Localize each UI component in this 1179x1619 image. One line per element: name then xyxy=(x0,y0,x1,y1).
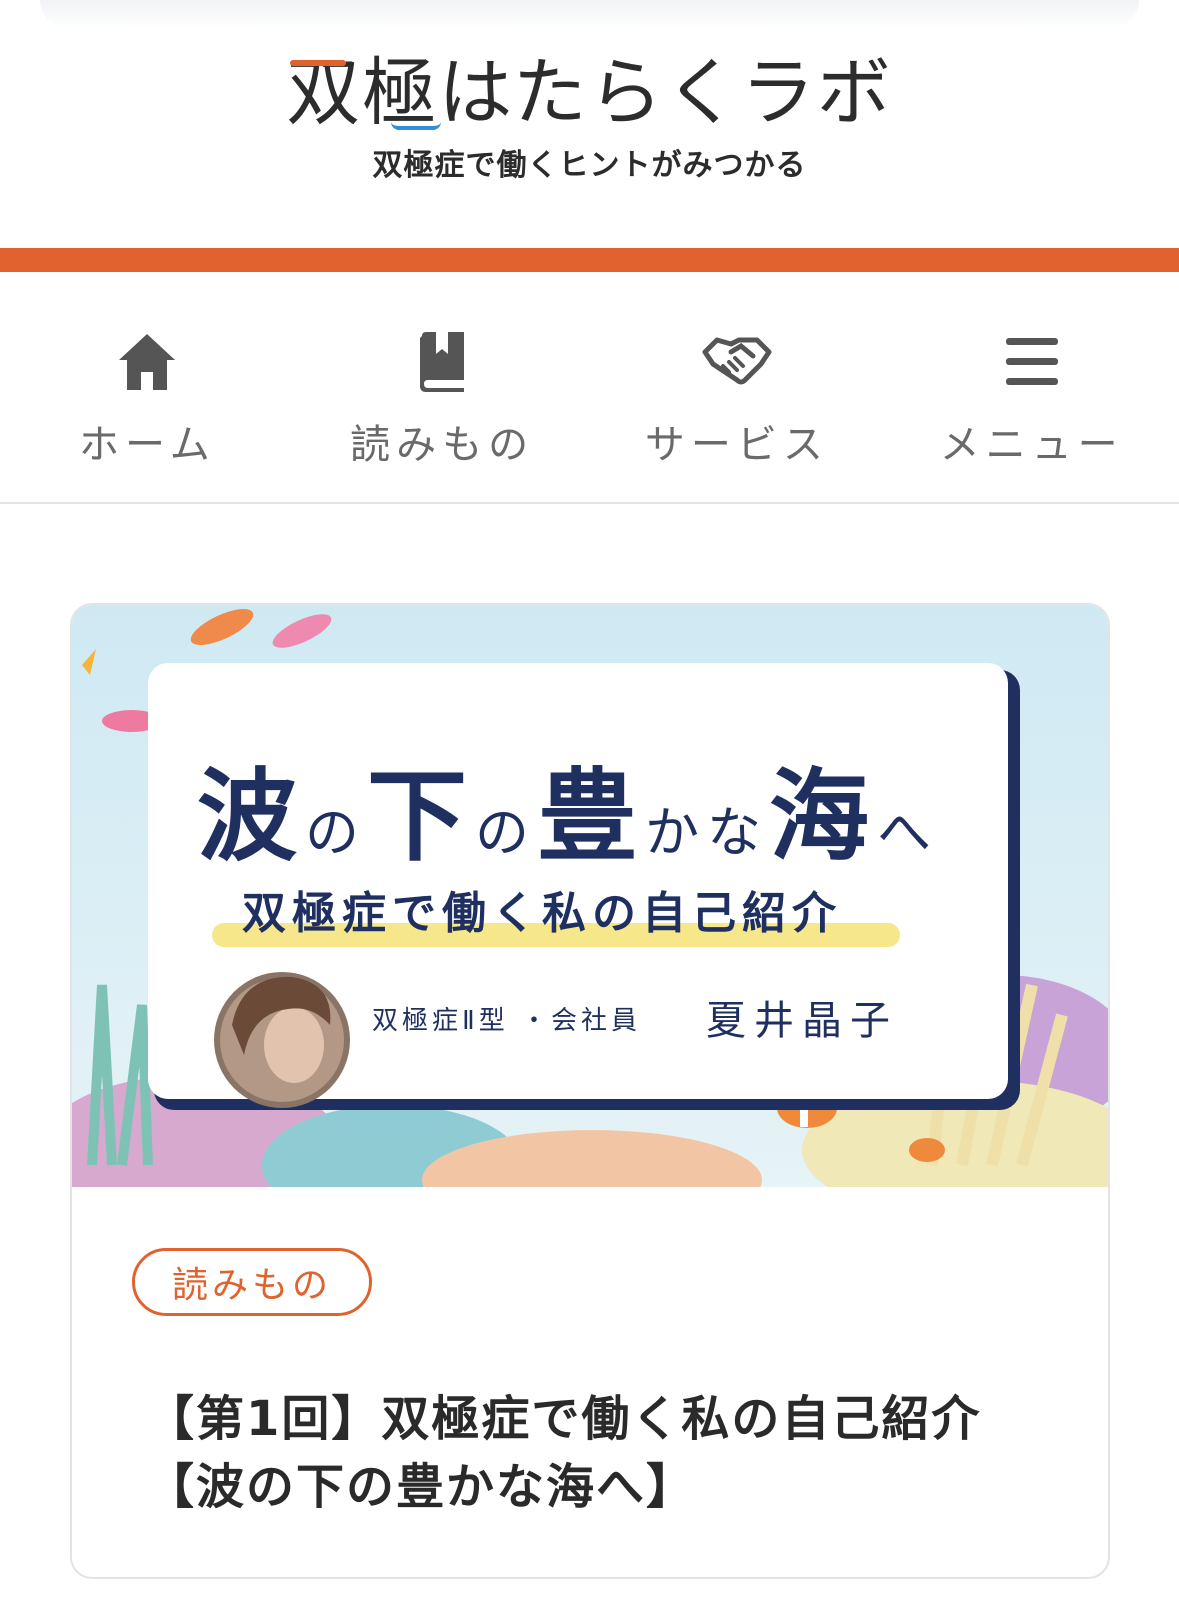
main-nav: ホーム 読みもの サービス メニュー xyxy=(0,272,1179,504)
book-icon xyxy=(406,326,478,398)
nav-label-service: サービス xyxy=(644,422,829,468)
top-shade xyxy=(40,0,1139,28)
category-tag[interactable]: 読みもの xyxy=(132,1248,372,1316)
hero-author-name: 夏井晶子 xyxy=(706,998,898,1044)
nav-item-menu[interactable]: メニュー xyxy=(884,272,1179,502)
hero-subtitle: 双極症で働く私の自己紹介 xyxy=(242,888,842,939)
nav-label-home: ホーム xyxy=(78,422,216,468)
nav-item-home[interactable]: ホーム xyxy=(0,272,295,502)
hero-title: 波の下の豊かな海へ xyxy=(197,758,939,875)
logo-main-text: 双極はたらくラボ xyxy=(286,50,893,136)
nav-item-reading[interactable]: 読みもの xyxy=(295,272,590,502)
article-hero-image[interactable]: 波の下の豊かな海へ 双極症で働く私の自己紹介 双極症Ⅱ型 ・会社員 夏井晶子 xyxy=(72,605,1108,1187)
nav-label-menu: メニュー xyxy=(939,422,1124,468)
logo-wave-mark xyxy=(391,122,442,130)
nav-label-reading: 読みもの xyxy=(350,422,535,468)
header-accent-bar xyxy=(0,248,1179,272)
home-icon xyxy=(111,326,183,398)
hamburger-icon xyxy=(996,326,1068,398)
article-title[interactable]: 【第1回】双極症で働く私の自己紹介【波の下の豊かな海へ】 xyxy=(146,1385,1046,1521)
nav-item-service[interactable]: サービス xyxy=(590,272,885,502)
handshake-icon xyxy=(701,326,773,398)
site-logo[interactable]: 双極はたらくラボ 双極症で働くヒントがみつかる xyxy=(0,50,1179,184)
article-card[interactable]: 波の下の豊かな海へ 双極症で働く私の自己紹介 双極症Ⅱ型 ・会社員 夏井晶子 読… xyxy=(70,603,1110,1579)
hero-author-profile: 双極症Ⅱ型 ・会社員 xyxy=(372,1006,642,1036)
logo-accent-mark xyxy=(290,60,347,66)
logo-tagline: 双極症で働くヒントがみつかる xyxy=(372,148,807,183)
logo-main: 双極はたらくラボ xyxy=(286,50,893,136)
